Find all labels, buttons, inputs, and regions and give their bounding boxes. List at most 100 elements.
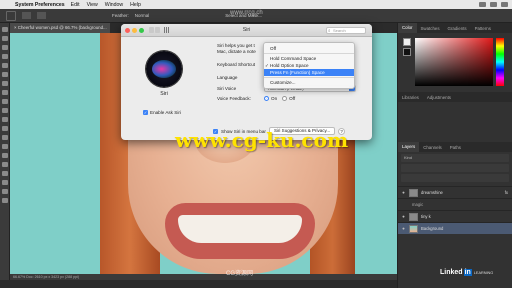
document-tab[interactable]: × Cheerful women.psd @ 66.7% (background… (10, 23, 110, 33)
tab-adjustments[interactable]: Adjustments (423, 95, 455, 100)
layer-thumbnail (409, 212, 418, 221)
hand-tool-icon[interactable] (1, 189, 8, 194)
layer-filter[interactable]: Kind (401, 154, 509, 162)
dodge-tool-icon[interactable] (1, 144, 8, 149)
watermark-top: www.rrcg.ch (230, 10, 263, 16)
tools-panel (0, 23, 10, 280)
search-icon: ⌕ (328, 28, 331, 33)
tab-color[interactable]: Color (398, 23, 417, 33)
move-tool-icon[interactable] (1, 27, 8, 32)
layer-name: tiny k (421, 214, 431, 219)
voice-feedback-off-radio[interactable]: Off (282, 96, 295, 101)
eye-icon[interactable]: ● (401, 226, 406, 231)
status-icon[interactable] (479, 2, 486, 7)
marquee-tool-icon[interactable] (1, 36, 8, 41)
menu-item-hold-command-space[interactable]: Hold Command Space (264, 55, 354, 62)
menu-item-hold-option-space[interactable]: ✓ Hold Option Space (264, 62, 354, 69)
hue-slider[interactable] (496, 38, 504, 86)
fg-bg-swatches (403, 38, 412, 88)
path-select-icon[interactable] (1, 171, 8, 176)
shape-tool-icon[interactable] (1, 180, 8, 185)
siri-voice-label: Siri Voice (217, 86, 237, 91)
feather-label: Feather: (112, 13, 129, 18)
enable-ask-siri-checkbox[interactable]: ✓ Enable Ask Siri (143, 110, 181, 115)
teeth (178, 215, 302, 243)
blend-mode-row[interactable] (401, 164, 509, 172)
background-color-swatch[interactable] (403, 48, 411, 56)
eraser-tool-icon[interactable] (1, 117, 8, 122)
zoom-button[interactable] (139, 27, 144, 33)
lock-row[interactable] (401, 174, 509, 182)
healing-tool-icon[interactable] (1, 81, 8, 86)
pen-tool-icon[interactable] (1, 153, 8, 158)
watermark-text: www.cg-ku.com (175, 128, 349, 152)
layer-name: magic (412, 202, 424, 207)
menu-bar: System Preferences Edit View Window Help (0, 0, 512, 9)
tab-swatches[interactable]: Swatches (417, 26, 444, 31)
menu-separator (264, 53, 354, 54)
search-input[interactable]: ⌕ Search (326, 27, 366, 34)
brush-tool-icon[interactable] (1, 90, 8, 95)
right-panels: Color Swatches Gradients Patterns Librar… (397, 23, 512, 288)
keyboard-shortcut-label: Keyboard Shortcut (217, 62, 256, 67)
tab-paths[interactable]: Paths (446, 145, 465, 150)
menu-window[interactable]: Window (105, 2, 123, 8)
folder-icon (409, 188, 418, 197)
voice-feedback-on-radio[interactable]: On (264, 96, 277, 101)
menu-item-customize[interactable]: Customize... (264, 79, 354, 86)
tab-channels[interactable]: Channels (419, 145, 446, 150)
eye-icon[interactable]: ● (401, 190, 406, 195)
minimize-button[interactable] (132, 27, 137, 33)
status-icon[interactable] (501, 2, 508, 7)
status-icon[interactable] (490, 2, 497, 7)
blur-tool-icon[interactable] (1, 135, 8, 140)
foreground-color-swatch[interactable] (403, 38, 411, 46)
layer-thumbnail (409, 224, 418, 233)
type-tool-icon[interactable] (1, 162, 8, 167)
layer-row[interactable]: ● tiny k (398, 210, 512, 222)
layer-name: Background (421, 226, 444, 231)
menu-edit[interactable]: Edit (71, 2, 80, 8)
fx-icon: fx (504, 190, 508, 195)
menu-help[interactable]: Help (130, 2, 141, 8)
library-panel-tabs: Libraries Adjustments (398, 92, 512, 102)
menu-app-name[interactable]: System Preferences (15, 2, 65, 8)
gradient-tool-icon[interactable] (1, 126, 8, 131)
marquee-tool-icon[interactable] (6, 10, 16, 21)
show-all-grid-icon[interactable] (164, 27, 170, 33)
watermark-bottom: CG资源网 (226, 271, 254, 277)
close-button[interactable] (125, 27, 130, 33)
eye-icon[interactable]: ● (401, 214, 406, 219)
selection-mode-icon[interactable] (37, 12, 46, 19)
tab-patterns[interactable]: Patterns (471, 26, 495, 31)
tab-libraries[interactable]: Libraries (398, 95, 423, 100)
layer-row[interactable]: ● Background (398, 222, 512, 234)
quick-select-tool-icon[interactable] (1, 54, 8, 59)
eyedropper-tool-icon[interactable] (1, 72, 8, 77)
status-bar: 66.67% Doc: 2610 px x 3423 px (288 ppi) (10, 274, 397, 280)
zoom-tool-icon[interactable] (1, 198, 8, 203)
siri-label: Siri (160, 91, 168, 97)
layer-row[interactable]: magic (398, 198, 512, 210)
stamp-tool-icon[interactable] (1, 99, 8, 104)
style-select[interactable]: Normal (135, 13, 150, 18)
color-field[interactable] (415, 38, 493, 86)
tab-gradients[interactable]: Gradients (444, 26, 471, 31)
selection-mode-icon[interactable] (22, 12, 31, 19)
siri-description-line2: Mac, dictate a note (217, 49, 256, 54)
tab-layers[interactable]: Layers (398, 142, 420, 152)
layer-row[interactable]: ● dreamshine fx (398, 186, 512, 198)
crop-tool-icon[interactable] (1, 63, 8, 68)
lasso-tool-icon[interactable] (1, 45, 8, 50)
forward-button[interactable] (155, 27, 160, 33)
siri-icon (146, 51, 182, 87)
history-brush-icon[interactable] (1, 108, 8, 113)
menu-item-off[interactable]: Off (264, 45, 354, 52)
keyboard-shortcut-menu: Off Hold Command Space ✓ Hold Option Spac… (263, 42, 355, 89)
checkbox-checked-icon[interactable]: ✓ (143, 110, 148, 115)
menu-view[interactable]: View (87, 2, 98, 8)
back-button[interactable] (149, 27, 154, 33)
layer-name: dreamshine (421, 190, 443, 195)
menu-item-press-fn-space[interactable]: Press Fn (Function) Space (264, 69, 354, 76)
menu-separator (264, 77, 354, 78)
